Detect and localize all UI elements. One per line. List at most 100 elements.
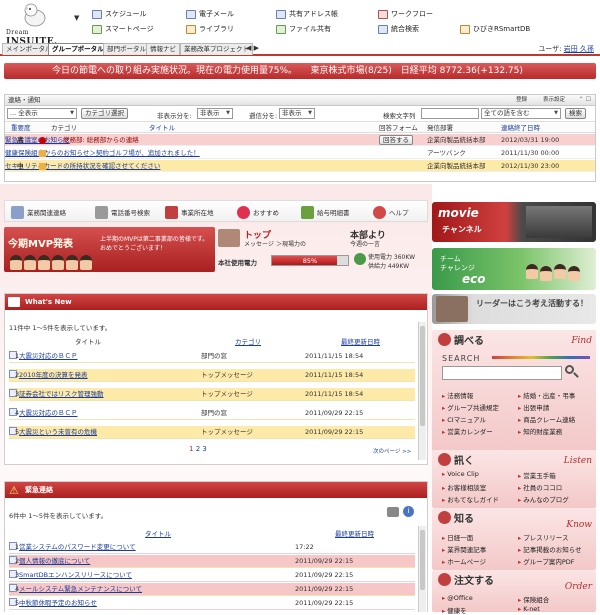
menu-address-book[interactable]: 共有アドレス帳 (276, 9, 338, 19)
list-item[interactable]: 5 大震災という未曾有の危機 トップメッセージ 2011/09/29 22:15 (9, 426, 415, 439)
feature-help[interactable]: ヘルプ (373, 204, 409, 220)
link-employee-heart[interactable]: 社員のココロ (518, 482, 562, 492)
list-item[interactable]: 3 証券会社ではリスク管理強動 トップメッセージ 2011/11/15 18:54 (9, 388, 415, 401)
portal-search-input[interactable] (442, 366, 562, 380)
col-updated[interactable]: 最終更新日時 (341, 336, 380, 346)
link-ci-manual[interactable]: CIマニュアル (442, 414, 486, 424)
link-legal[interactable]: 法務情報 (442, 390, 473, 400)
tab-department-portal[interactable]: 部門ポータル (103, 43, 150, 55)
list-item[interactable]: 2 2010年度の決算を発表 トップメッセージ 2011/11/15 18:54 (9, 369, 415, 382)
notice-row[interactable]: 健康保険組合からのお知らせ＞契約ゴルフ場が、追加されました！ アーツバンク 20… (5, 147, 595, 159)
link-customer-desk[interactable]: お客様相談室 (442, 482, 486, 492)
search-text-label: 検索文字列 (383, 112, 416, 120)
tab-reform-project[interactable]: 業務改革プロジェクト (180, 43, 253, 55)
next-page-link[interactable]: 次のページ >> (373, 447, 411, 455)
list-item[interactable]: 1 営業システムのパスワード変更について 17:22 (9, 541, 415, 554)
list-item[interactable]: 4 大震災対応のＢＣＰ 部門の窓 2011/09/29 22:15 (9, 407, 415, 420)
link-group-pdf[interactable]: グループ案内PDF (518, 556, 574, 566)
panel-controls-icon[interactable]: ⌃ ☐ (579, 95, 591, 105)
tab-group-portal[interactable]: グループポータル (48, 43, 108, 55)
leader-banner[interactable]: リーダーはこう考え活動する！ (432, 294, 596, 324)
list-item[interactable]: 5 中秋節休暇予定のお知らせ 2011/09/29 22:15 (9, 597, 415, 610)
whats-new-scrollbar[interactable] (418, 322, 426, 460)
mvp-banner[interactable]: 今期MVP発表 上半期のMVPは第二事業部の皆様です。おめでとうございます！ (4, 227, 215, 272)
file-share-icon (276, 24, 286, 34)
notice-search-button[interactable]: 検索 (565, 108, 586, 119)
answer-button[interactable]: 回答する (379, 135, 413, 145)
feature-phone-search[interactable]: 電話番号検索 (95, 204, 150, 220)
list-item[interactable]: 2 個人情報の徹底について 2011/09/29 22:15 (9, 555, 415, 568)
col-priority[interactable]: 重要度 (11, 123, 31, 133)
page-3-link[interactable]: 3 (202, 445, 206, 453)
menu-email[interactable]: 電子メール (186, 9, 234, 19)
col-updated[interactable]: 最終更新日時 (335, 528, 374, 538)
link-insurance[interactable]: 保険組合 (518, 594, 549, 604)
feature-office-location[interactable]: 事業所在地 (165, 204, 214, 220)
tab-scroll-arrows[interactable]: ◀ ▶ (246, 44, 259, 52)
link-health[interactable]: 健康を (442, 605, 467, 615)
link-ip[interactable]: 知的財産業務 (518, 426, 562, 436)
link-article-notice[interactable]: 記事掲載のお知らせ (518, 544, 581, 554)
info-icon[interactable]: i (403, 506, 414, 517)
transfer-label: 遡信分を: (249, 112, 278, 120)
link-homepage[interactable]: ホームページ (442, 556, 486, 566)
display-settings-button[interactable]: 表示設定 (543, 95, 565, 105)
link-product-claim[interactable]: 商品クレーム連絡 (518, 414, 575, 424)
notice-link[interactable]: 健康保険組合からのお知らせ＞契約ゴルフ場が、追加されました！ (5, 149, 200, 157)
link-business-trip[interactable]: 出張申請 (518, 402, 549, 412)
link-industry-news[interactable]: 業界関連記事 (442, 544, 486, 554)
link-nikkei[interactable]: 日経一面 (442, 532, 473, 542)
user-name-link[interactable]: 岩田 久孫 (564, 45, 594, 53)
list-item[interactable]: 1 大震災対応のＢＣＰ 部門の窓 2011/11/15 18:54 (9, 350, 415, 363)
col-category[interactable]: カテゴリ (235, 336, 261, 346)
notice-link[interactable]: セキュリティカードの所持状況を確認させてください (5, 162, 160, 170)
register-button[interactable]: 登録 (516, 95, 527, 105)
menu-schedule[interactable]: スケジュール (92, 9, 147, 19)
top-message[interactable]: トップ メッセージ ＞現場力の 本部より 今週の一言 (216, 227, 428, 249)
category-select-button[interactable]: カテゴリ選択 (81, 108, 128, 119)
link-hospitality-guide[interactable]: おもてなしガイド (442, 494, 499, 504)
link-sales-box[interactable]: 営業玉手箱 (518, 470, 556, 480)
page-2-link[interactable]: 2 (196, 445, 200, 453)
menu-file-share[interactable]: ファイル共有 (276, 24, 331, 34)
search-scope-select[interactable]: 全ての語を含む (481, 108, 561, 119)
menu-integrated-search[interactable]: 統合検索 (378, 24, 419, 34)
menu-library[interactable]: ライブラリ (186, 24, 234, 34)
yen-icon (301, 205, 314, 219)
tab-info-navi[interactable]: 情報ナビ (146, 43, 180, 55)
menu-workflow[interactable]: ワークフロー (378, 9, 433, 19)
link-voice-clip[interactable]: Voice Clip (442, 470, 479, 478)
hidden-select[interactable]: 非表示 (197, 108, 233, 119)
notice-panel: 連絡・通知 登録 表示設定 ⌃ ☐ ... 全表示 カテゴリ選択 非表示分を: … (4, 94, 596, 182)
feature-payslip[interactable]: 給与明細書 (301, 204, 350, 220)
feature-business-contact[interactable]: 業務関連連絡 (11, 204, 66, 220)
insuite-logo[interactable]: Dream INSUITE. (6, 2, 72, 47)
menu-smartpage[interactable]: スマートページ (92, 24, 154, 34)
list-item[interactable]: 3 SmartDBエンハンスリリースについて 2011/09/29 22:15 (9, 569, 415, 582)
list-item[interactable]: 4 メールシステム緊急メンテナンスについて 2011/09/29 22:15 (9, 583, 415, 596)
filter-select[interactable]: ... 全表示 (7, 108, 77, 119)
link-press-release[interactable]: プレスリリース (518, 532, 568, 542)
feature-recommend[interactable]: おすすめ (237, 204, 279, 220)
movie-channel-banner[interactable]: movie チャンネル (432, 202, 596, 242)
link-ceremony[interactable]: 結婚・出産・弔事 (518, 390, 575, 400)
transfer-select[interactable]: 非表示 (279, 108, 315, 119)
col-title[interactable]: タイトル (149, 123, 175, 133)
page-1-link[interactable]: 1 (189, 445, 193, 453)
notice-search-input[interactable] (421, 108, 479, 119)
search-icon[interactable] (564, 364, 580, 380)
col-end-date[interactable]: 連絡終了日時 (501, 123, 540, 133)
link-blog[interactable]: みんなのブログ (518, 494, 569, 504)
notice-row[interactable]: 高 総務部: 総務部からの連絡 緊急会議室のお知らせ 回答する 企業向製品統括本… (5, 134, 595, 146)
link-group-rules[interactable]: グループ共通規定 (442, 402, 499, 412)
link-sales-calendar[interactable]: 営業カレンダー (442, 426, 493, 436)
eco-team-banner[interactable]: チーム チャレンジ eco (432, 248, 596, 290)
link-office[interactable]: @Office (442, 594, 472, 602)
menu-smartdb[interactable]: ひびきRSmartDB (460, 24, 530, 34)
col-title[interactable]: タイトル (145, 528, 171, 538)
urgent-scrollbar[interactable] (418, 526, 426, 612)
logo-dropdown-icon[interactable]: ▼ (74, 14, 79, 22)
notice-row[interactable]: 中 セキュリティカードの所持状況を確認させてください 企業向製品統括本部 201… (5, 160, 595, 172)
notice-link[interactable]: 緊急会議室のお知らせ (5, 136, 70, 144)
print-icon[interactable] (387, 507, 399, 517)
